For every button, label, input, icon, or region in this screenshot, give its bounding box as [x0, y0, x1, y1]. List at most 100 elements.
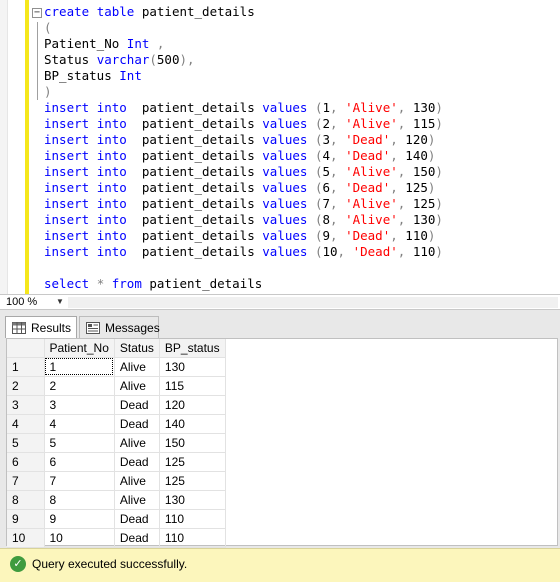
table-cell[interactable]: Dead	[114, 528, 160, 548]
code-token: )	[435, 100, 443, 115]
code-token: )	[435, 212, 443, 227]
row-number-cell[interactable]: 2	[7, 376, 45, 396]
code-token: insert	[44, 196, 90, 211]
code-token: 7	[322, 196, 331, 211]
code-token: into	[96, 164, 127, 179]
code-token: 120	[397, 132, 428, 147]
table-cell[interactable]: Alive	[114, 433, 160, 453]
results-pane: Results Messages Patient_No Status BP_stat…	[0, 310, 560, 548]
code-token: (	[307, 164, 323, 179]
table-cell[interactable]: 1	[44, 357, 115, 377]
table-cell[interactable]: 7	[44, 471, 115, 491]
table-cell[interactable]: Alive	[114, 471, 160, 491]
code-token: patient_details	[126, 148, 263, 163]
code-token: ,	[390, 132, 398, 147]
table-cell[interactable]: 6	[44, 452, 115, 472]
table-cell[interactable]: 130	[159, 490, 226, 510]
code-token: 'Alive'	[345, 100, 398, 115]
outline-rail	[37, 22, 38, 100]
table-cell[interactable]: 110	[159, 509, 226, 529]
table-cell[interactable]: Alive	[114, 490, 160, 510]
code-token: insert	[44, 132, 90, 147]
code-token: BP_status	[44, 68, 120, 83]
tab-results[interactable]: Results	[5, 316, 77, 338]
row-number-cell[interactable]: 7	[7, 471, 45, 491]
table-cell[interactable]: Dead	[114, 509, 160, 529]
code-token: 125	[405, 196, 436, 211]
table-row[interactable]: 4 4 Dead 140	[7, 414, 226, 434]
code-token: from	[111, 276, 142, 291]
chevron-down-icon[interactable]: ▼	[56, 296, 64, 308]
column-header[interactable]: Status	[114, 339, 160, 358]
row-number-cell[interactable]: 5	[7, 433, 45, 453]
table-cell[interactable]: Dead	[114, 414, 160, 434]
row-number-cell[interactable]: 8	[7, 490, 45, 510]
editor-margin	[0, 0, 8, 294]
code-line: )	[44, 84, 443, 100]
code-token: insert	[44, 180, 90, 195]
code-token: (	[307, 100, 323, 115]
table-cell[interactable]: 150	[159, 433, 226, 453]
table-cell[interactable]: 9	[44, 509, 115, 529]
table-cell[interactable]: Alive	[114, 376, 160, 396]
code-line: BP_status Int	[44, 68, 443, 84]
table-cell[interactable]: Dead	[114, 452, 160, 472]
table-cell[interactable]: 4	[44, 414, 115, 434]
table-cell[interactable]: 8	[44, 490, 115, 510]
table-cell[interactable]: 140	[159, 414, 226, 434]
table-cell[interactable]: Alive	[114, 357, 160, 377]
row-number-header[interactable]	[7, 339, 45, 358]
row-number-cell[interactable]: 4	[7, 414, 45, 434]
row-number-cell[interactable]: 10	[7, 528, 45, 548]
code-token: Int	[126, 36, 150, 51]
table-row[interactable]: 8 8 Alive 130	[7, 490, 226, 510]
row-number-cell[interactable]: 9	[7, 509, 45, 529]
tab-messages[interactable]: Messages	[79, 316, 160, 338]
zoom-select[interactable]: 100 %	[2, 295, 64, 309]
code-token: ,	[390, 148, 398, 163]
change-tracking-bar	[25, 0, 29, 294]
table-cell[interactable]: 5	[44, 433, 115, 453]
table-row[interactable]: 3 3 Dead 120	[7, 395, 226, 415]
table-row[interactable]: 10 10 Dead 110	[7, 528, 226, 548]
horizontal-scrollbar[interactable]	[68, 297, 558, 308]
sql-code[interactable]: create table patient_details(Patient_No …	[44, 4, 443, 292]
table-cell[interactable]: 125	[159, 452, 226, 472]
column-header[interactable]: BP_status	[159, 339, 226, 358]
table-cell[interactable]: 3	[44, 395, 115, 415]
results-table: Patient_No Status BP_status 1 1 Alive 130 2 2 Al…	[7, 339, 226, 548]
column-header[interactable]: Patient_No	[44, 339, 115, 358]
table-cell[interactable]: 10	[44, 528, 115, 548]
collapse-icon[interactable]: −	[32, 8, 42, 18]
messages-icon	[86, 321, 100, 334]
checkmark-icon: ✓	[10, 556, 26, 572]
row-number-cell[interactable]: 3	[7, 395, 45, 415]
row-number-cell[interactable]: 6	[7, 452, 45, 472]
table-row[interactable]: 9 9 Dead 110	[7, 509, 226, 529]
table-cell[interactable]: 120	[159, 395, 226, 415]
table-row[interactable]: 1 1 Alive 130	[7, 357, 226, 377]
table-cell[interactable]: 130	[159, 357, 226, 377]
status-text: Query executed successfully.	[32, 557, 188, 571]
table-row[interactable]: 7 7 Alive 125	[7, 471, 226, 491]
code-token: into	[96, 148, 127, 163]
table-cell[interactable]: 2	[44, 376, 115, 396]
table-cell[interactable]: Dead	[114, 395, 160, 415]
code-token: Patient_No	[44, 36, 127, 51]
table-cell[interactable]: 125	[159, 471, 226, 491]
status-bar: ✓ Query executed successfully.	[0, 548, 560, 582]
table-row[interactable]: 2 2 Alive 115	[7, 376, 226, 396]
row-number-cell[interactable]: 1	[7, 357, 45, 377]
table-cell[interactable]: 115	[159, 376, 226, 396]
table-row[interactable]: 6 6 Dead 125	[7, 452, 226, 472]
table-cell[interactable]: 110	[159, 528, 226, 548]
table-row[interactable]: 5 5 Alive 150	[7, 433, 226, 453]
code-token: ,	[330, 212, 338, 227]
results-grid[interactable]: Patient_No Status BP_status 1 1 Alive 130 2 2 Al…	[6, 338, 558, 548]
code-token: patient_details	[126, 100, 263, 115]
query-editor[interactable]: − create table patient_details(Patient_N…	[0, 0, 560, 294]
